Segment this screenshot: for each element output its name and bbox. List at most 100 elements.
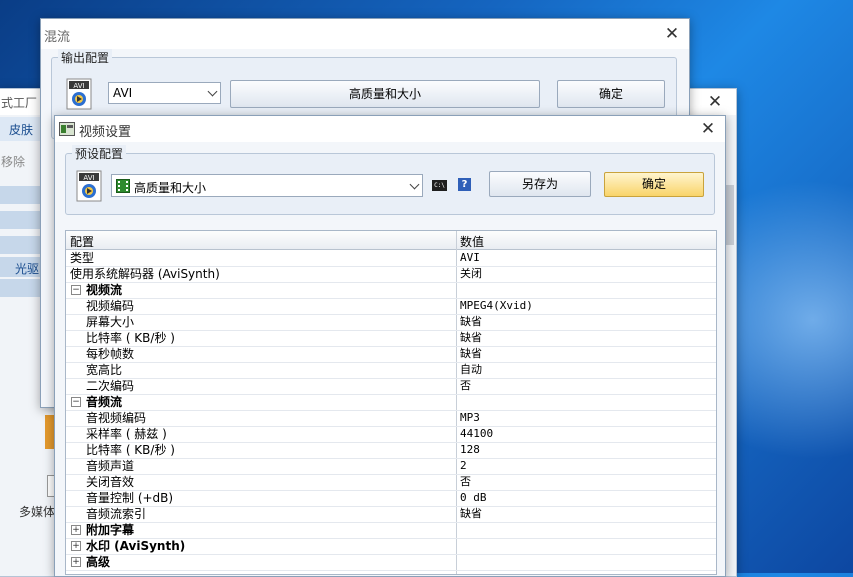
factory-close-icon[interactable]: ✕ xyxy=(700,89,730,115)
grid-cell-value[interactable]: 否 xyxy=(460,474,471,490)
grid-cell-value[interactable]: MP3 xyxy=(460,410,480,426)
grid-header-value: 数值 xyxy=(460,235,485,249)
grid-cell-name: 音频流索引 xyxy=(86,507,147,521)
video-ok-button[interactable]: 确定 xyxy=(604,172,704,197)
multimedia-label: 多媒体 xyxy=(19,505,56,519)
avi-file-icon: AVI xyxy=(66,78,92,110)
grid-row[interactable]: 比特率 ( KB/秒 ) 128 xyxy=(66,442,716,459)
video-settings-title: 视频设置 xyxy=(79,125,132,140)
command-line-icon-label: C:\ xyxy=(434,182,445,189)
grid-cell-value[interactable]: 缺省 xyxy=(460,346,482,362)
preset-avi-file-icon: AVI xyxy=(76,170,102,202)
grid-category-row[interactable]: + 附加字幕 xyxy=(66,522,716,539)
grid-row[interactable]: 每秒帧数 缺省 xyxy=(66,346,716,363)
grid-row[interactable]: 音频声道 2 xyxy=(66,458,716,475)
mix-ok-label: 确定 xyxy=(598,87,623,101)
grid-cell-value[interactable]: 128 xyxy=(460,442,480,458)
grid-category-row[interactable]: − 音频流 xyxy=(66,394,716,411)
film-icon xyxy=(116,179,130,193)
chevron-down-icon xyxy=(409,179,420,189)
expand-toggle-icon[interactable]: + xyxy=(71,557,81,567)
factory-scrollbar[interactable] xyxy=(726,185,734,245)
preset-config-group: 预设配置 AVI 高质量和大小 C:\ ? 另存为 确定 xyxy=(65,145,715,215)
grid-cell-name: 视频流 xyxy=(86,283,123,297)
grid-row[interactable]: 二次编码 否 xyxy=(66,378,716,395)
expand-toggle-icon[interactable]: + xyxy=(71,525,81,535)
collapse-toggle-icon[interactable]: − xyxy=(71,285,81,295)
grid-header: 配置 数值 xyxy=(66,231,716,250)
grid-row[interactable]: 采样率 ( 赫兹 ) 44100 xyxy=(66,426,716,443)
command-line-icon[interactable]: C:\ xyxy=(432,180,447,191)
grid-cell-value[interactable]: 2 xyxy=(460,458,467,474)
grid-row[interactable]: 音频流索引 缺省 xyxy=(66,506,716,523)
grid-cell-value[interactable]: MPEG4(Xvid) xyxy=(460,298,533,314)
grid-cell-name: 音频流 xyxy=(86,395,123,409)
grid-cell-name: 使用系统解码器 (AviSynth) xyxy=(70,267,220,281)
optical-label: 光驱 xyxy=(15,262,40,276)
grid-cell-name: 采样率 ( 赫兹 ) xyxy=(86,427,167,441)
expand-toggle-icon[interactable]: + xyxy=(71,541,81,551)
grid-cell-name: 每秒帧数 xyxy=(86,347,135,361)
preset-select[interactable]: 高质量和大小 xyxy=(111,174,423,197)
grid-cell-name: 附加字幕 xyxy=(86,523,135,537)
grid-cell-name: 音视频编码 xyxy=(86,411,147,425)
video-settings-titlebar: 视频设置 ✕ xyxy=(55,116,725,142)
grid-row[interactable]: 视频编码 MPEG4(Xvid) xyxy=(66,298,716,315)
grid-cell-name: 高级 xyxy=(86,555,111,569)
grid-cell-value[interactable]: 缺省 xyxy=(460,314,482,330)
grid-cell-value[interactable]: 44100 xyxy=(460,426,493,442)
grid-row[interactable]: 屏幕大小 缺省 xyxy=(66,314,716,331)
quality-size-label: 高质量和大小 xyxy=(348,87,421,101)
grid-cell-name: 宽高比 xyxy=(86,363,123,377)
preset-select-value: 高质量和大小 xyxy=(134,181,207,195)
grid-row[interactable]: 关闭音效 否 xyxy=(66,474,716,491)
grid-cell-value[interactable]: 否 xyxy=(460,378,471,394)
grid-cell-value[interactable]: 缺省 xyxy=(460,330,482,346)
grid-cell-value[interactable]: 关闭 xyxy=(460,266,482,282)
grid-category-row[interactable]: − 视频流 xyxy=(66,282,716,299)
save-as-button[interactable]: 另存为 xyxy=(489,171,591,197)
grid-cell-value[interactable]: AVI xyxy=(460,250,480,266)
grid-category-row[interactable]: + 高级 xyxy=(66,554,716,571)
chevron-down-icon xyxy=(207,86,218,97)
output-config-title: 输出配置 xyxy=(58,49,113,66)
grid-row[interactable]: 音视频编码 MP3 xyxy=(66,410,716,427)
grid-cell-name: 比特率 ( KB/秒 ) xyxy=(86,443,175,457)
settings-property-grid: 配置 数值 类型 AVI 使用系统解码器 (AviSynth) 关闭 − 视频流 视频编码 M… xyxy=(65,230,717,575)
collapse-toggle-icon[interactable]: − xyxy=(71,397,81,407)
grid-cell-name: 音频声道 xyxy=(86,459,135,473)
mix-close-icon[interactable]: ✕ xyxy=(657,21,687,47)
format-select[interactable]: AVI xyxy=(108,82,221,104)
grid-cell-value[interactable]: 0 dB xyxy=(460,490,487,506)
mix-ok-button[interactable]: 确定 xyxy=(557,80,665,108)
video-ok-label: 确定 xyxy=(641,177,666,191)
grid-row[interactable]: 宽高比 自动 xyxy=(66,362,716,379)
grid-cell-name: 二次编码 xyxy=(86,379,135,393)
help-icon-label: ? xyxy=(461,179,468,190)
grid-cell-value[interactable]: 缺省 xyxy=(460,506,482,522)
video-settings-close-icon[interactable]: ✕ xyxy=(693,116,723,142)
remove-label[interactable]: 移除 xyxy=(1,153,25,170)
grid-header-name: 配置 xyxy=(70,235,95,249)
grid-row[interactable]: 类型 AVI xyxy=(66,250,716,267)
avi-icon-label: AVI xyxy=(73,82,84,90)
save-as-label: 另存为 xyxy=(521,177,558,191)
mix-title: 混流 xyxy=(44,30,71,45)
grid-cell-name: 音量控制 (+dB) xyxy=(86,491,174,505)
grid-row[interactable]: 比特率 ( KB/秒 ) 缺省 xyxy=(66,330,716,347)
skin-label: 皮肤 xyxy=(9,123,34,137)
settings-window-icon xyxy=(59,122,75,136)
preset-avi-icon-label: AVI xyxy=(83,174,94,182)
grid-cell-value[interactable]: 自动 xyxy=(460,362,482,378)
mix-titlebar: 混流 ✕ xyxy=(41,19,689,49)
grid-category-row[interactable]: + 水印 (AviSynth) xyxy=(66,538,716,555)
grid-cell-name: 比特率 ( KB/秒 ) xyxy=(86,331,175,345)
format-select-value: AVI xyxy=(113,86,133,100)
grid-cell-name: 关闭音效 xyxy=(86,475,135,489)
grid-cell-name: 视频编码 xyxy=(86,299,135,313)
grid-row[interactable]: 使用系统解码器 (AviSynth) 关闭 xyxy=(66,266,716,283)
help-icon[interactable]: ? xyxy=(458,178,471,191)
quality-size-button[interactable]: 高质量和大小 xyxy=(230,80,540,108)
grid-cell-name: 水印 (AviSynth) xyxy=(86,539,186,553)
grid-row[interactable]: 音量控制 (+dB) 0 dB xyxy=(66,490,716,507)
